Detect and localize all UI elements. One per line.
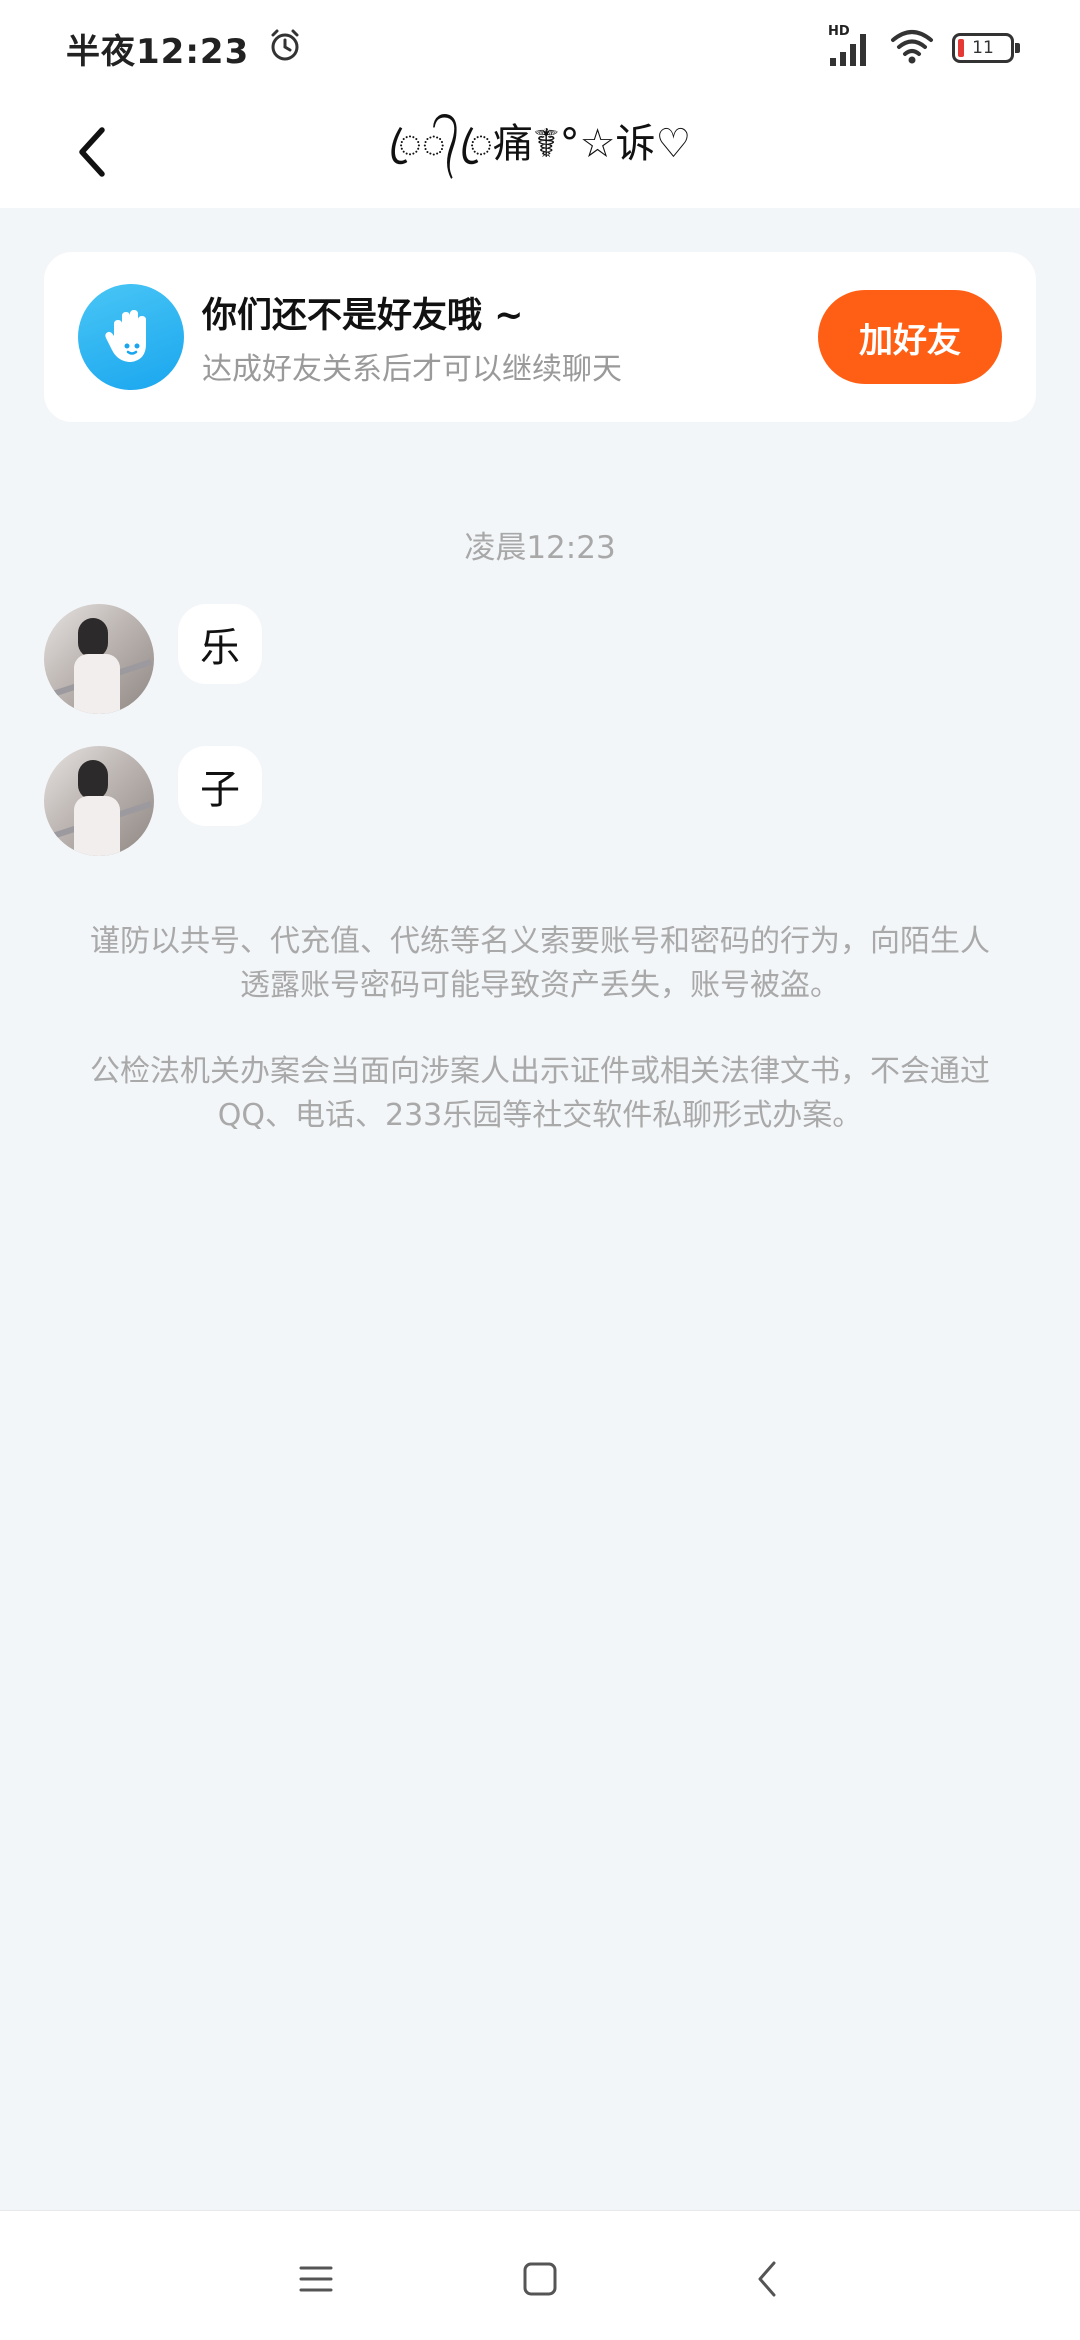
system-nav-bar bbox=[0, 2210, 1080, 2340]
battery-fill bbox=[958, 39, 964, 57]
status-bar: 半夜12:23 HD 11 bbox=[0, 0, 1080, 96]
home-square-icon bbox=[523, 2262, 557, 2296]
chat-header: ꦿ᭄ꦿ痛☤°☆诉♡ bbox=[0, 96, 1080, 208]
wifi-icon bbox=[890, 28, 934, 68]
avatar[interactable] bbox=[44, 746, 154, 856]
hand-wave-icon bbox=[78, 284, 184, 390]
back-arrow-icon bbox=[79, 127, 105, 177]
battery-icon: 11 bbox=[952, 33, 1020, 63]
friend-banner-subtitle: 达成好友关系后才可以继续聊天 bbox=[202, 351, 622, 387]
menu-icon bbox=[299, 2266, 333, 2292]
alarm-icon bbox=[267, 28, 303, 68]
friend-banner-texts: 你们还不是好友哦 ~ 达成好友关系后才可以继续聊天 bbox=[202, 287, 818, 388]
nav-back-icon bbox=[758, 2261, 776, 2297]
message-bubble[interactable]: 乐 bbox=[178, 604, 262, 684]
message-row: 乐 bbox=[44, 604, 262, 714]
status-right: HD 11 bbox=[828, 24, 1020, 68]
message-bubble[interactable]: 子 bbox=[178, 746, 262, 826]
security-notice: 谨防以共号、代充值、代练等名义索要账号和密码的行为，向陌生人透露账号密码可能导致… bbox=[90, 924, 990, 1003]
message-row: 子 bbox=[44, 746, 262, 856]
signal-icon: HD bbox=[828, 24, 872, 68]
back-button[interactable] bbox=[60, 120, 124, 184]
add-friend-button[interactable]: 加好友 bbox=[818, 290, 1002, 384]
nav-back-button[interactable] bbox=[740, 2251, 796, 2307]
legal-notice: 公检法机关办案会当面向涉案人出示证件或相关法律文书，不会通过QQ、电话、233乐… bbox=[90, 1054, 990, 1133]
home-button[interactable] bbox=[512, 2251, 568, 2307]
avatar[interactable] bbox=[44, 604, 154, 714]
chat-timestamp: 凌晨12:23 bbox=[464, 530, 616, 566]
menu-button[interactable] bbox=[288, 2251, 344, 2307]
friend-banner: 你们还不是好友哦 ~ 达成好友关系后才可以继续聊天 加好友 bbox=[44, 252, 1036, 422]
chat-title: ꦿ᭄ꦿ痛☤°☆诉♡ bbox=[388, 120, 692, 167]
friend-banner-title: 你们还不是好友哦 ~ bbox=[202, 295, 524, 336]
battery-level: 11 bbox=[972, 38, 994, 58]
status-left: 半夜12:23 bbox=[66, 24, 303, 73]
status-time: 半夜12:23 bbox=[66, 31, 250, 72]
